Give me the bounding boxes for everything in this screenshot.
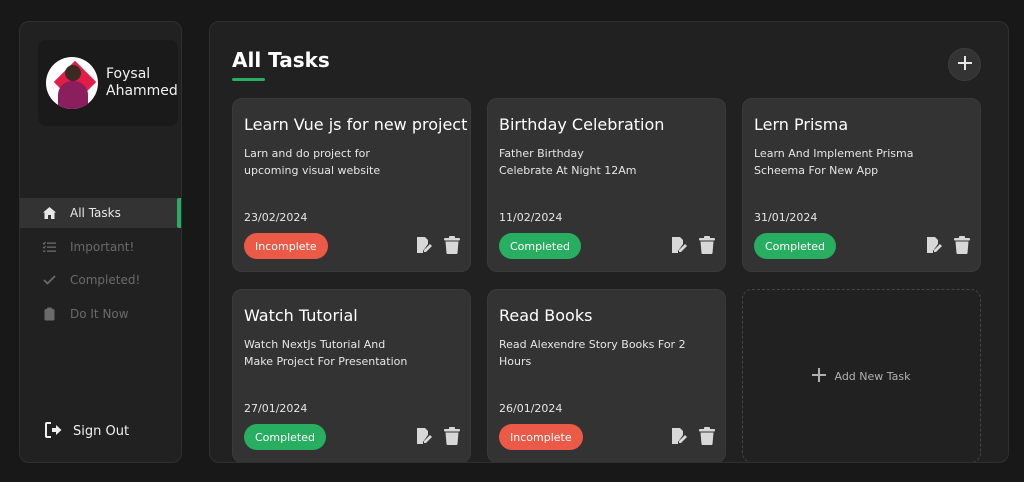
sign-out-button[interactable]: Sign Out <box>44 421 129 441</box>
add-new-task-label: Add New Task <box>834 369 911 383</box>
task-description: Father Birthday Celebrate At Night 12Am <box>499 147 637 177</box>
task-date: 23/02/2024 <box>244 211 308 224</box>
sign-out-icon <box>44 421 64 441</box>
sidebar-item-label: Important! <box>70 239 135 254</box>
trash-icon[interactable] <box>699 427 715 445</box>
check-icon <box>40 271 58 289</box>
task-card: Learn Vue js for new project Larn and do… <box>232 98 471 272</box>
task-card: Birthday Celebration Father Birthday Cel… <box>487 98 726 272</box>
list-check-icon <box>40 238 58 256</box>
task-date: 26/01/2024 <box>499 402 563 415</box>
main-panel: All Tasks Learn Vue js for new project L… <box>209 21 1009 463</box>
task-card: Read Books Read Alexendre Story Books Fo… <box>487 289 726 462</box>
sidebar-item-all-tasks[interactable]: All Tasks <box>20 198 181 228</box>
task-title: Read Books <box>499 306 593 325</box>
sidebar-item-label: All Tasks <box>70 206 121 220</box>
avatar <box>46 57 98 109</box>
task-date: 11/02/2024 <box>499 211 563 224</box>
page-title: All Tasks <box>232 48 330 72</box>
task-description: Watch NextJs Tutorial And Make Project F… <box>244 338 408 368</box>
add-new-task-card[interactable]: Add New Task <box>742 289 981 462</box>
trash-icon[interactable] <box>954 236 970 254</box>
task-date: 31/01/2024 <box>754 211 818 224</box>
home-icon <box>40 204 58 222</box>
status-badge[interactable]: Incomplete <box>499 424 583 450</box>
sidebar-item-label: Completed! <box>70 273 141 287</box>
task-date: 27/01/2024 <box>244 402 308 415</box>
status-badge[interactable]: Incomplete <box>244 233 328 259</box>
edit-icon[interactable] <box>925 236 943 254</box>
plus-icon <box>812 367 827 385</box>
sign-out-label: Sign Out <box>73 423 130 439</box>
task-description: Learn And Implement Prisma Scheema For N… <box>754 147 914 177</box>
add-task-button[interactable] <box>948 48 981 81</box>
sidebar-nav: All Tasks Important! Completed! Do It No… <box>20 198 181 332</box>
edit-icon[interactable] <box>670 427 688 445</box>
status-badge[interactable]: Completed <box>754 233 836 259</box>
edit-icon[interactable] <box>415 236 433 254</box>
status-badge[interactable]: Completed <box>499 233 581 259</box>
trash-icon[interactable] <box>444 236 460 254</box>
task-description: Larn and do project for upcoming visual … <box>244 147 381 177</box>
clipboard-icon <box>40 305 58 323</box>
task-title: Learn Vue js for new project <box>244 115 468 134</box>
task-card: Lern Prisma Learn And Implement Prisma S… <box>742 98 981 272</box>
user-name: Foysal Ahammed <box>106 66 178 99</box>
user-profile: Foysal Ahammed <box>38 40 178 126</box>
sidebar-item-do-it-now[interactable]: Do It Now <box>20 299 181 329</box>
sidebar-item-important[interactable]: Important! <box>20 232 181 262</box>
edit-icon[interactable] <box>670 236 688 254</box>
status-badge[interactable]: Completed <box>244 424 326 450</box>
task-description: Read Alexendre Story Books For 2 Hours <box>499 338 686 368</box>
trash-icon[interactable] <box>444 427 460 445</box>
task-title: Lern Prisma <box>754 115 849 134</box>
plus-icon <box>957 55 972 74</box>
task-title: Birthday Celebration <box>499 115 665 134</box>
sidebar-item-label: Do It Now <box>70 306 129 321</box>
task-card: Watch Tutorial Watch NextJs Tutorial And… <box>232 289 471 462</box>
sidebar-item-completed[interactable]: Completed! <box>20 265 181 295</box>
trash-icon[interactable] <box>699 236 715 254</box>
title-underline <box>232 78 265 81</box>
edit-icon[interactable] <box>415 427 433 445</box>
sidebar: Foysal Ahammed All Tasks Important! Comp… <box>19 21 182 463</box>
task-title: Watch Tutorial <box>244 306 358 325</box>
